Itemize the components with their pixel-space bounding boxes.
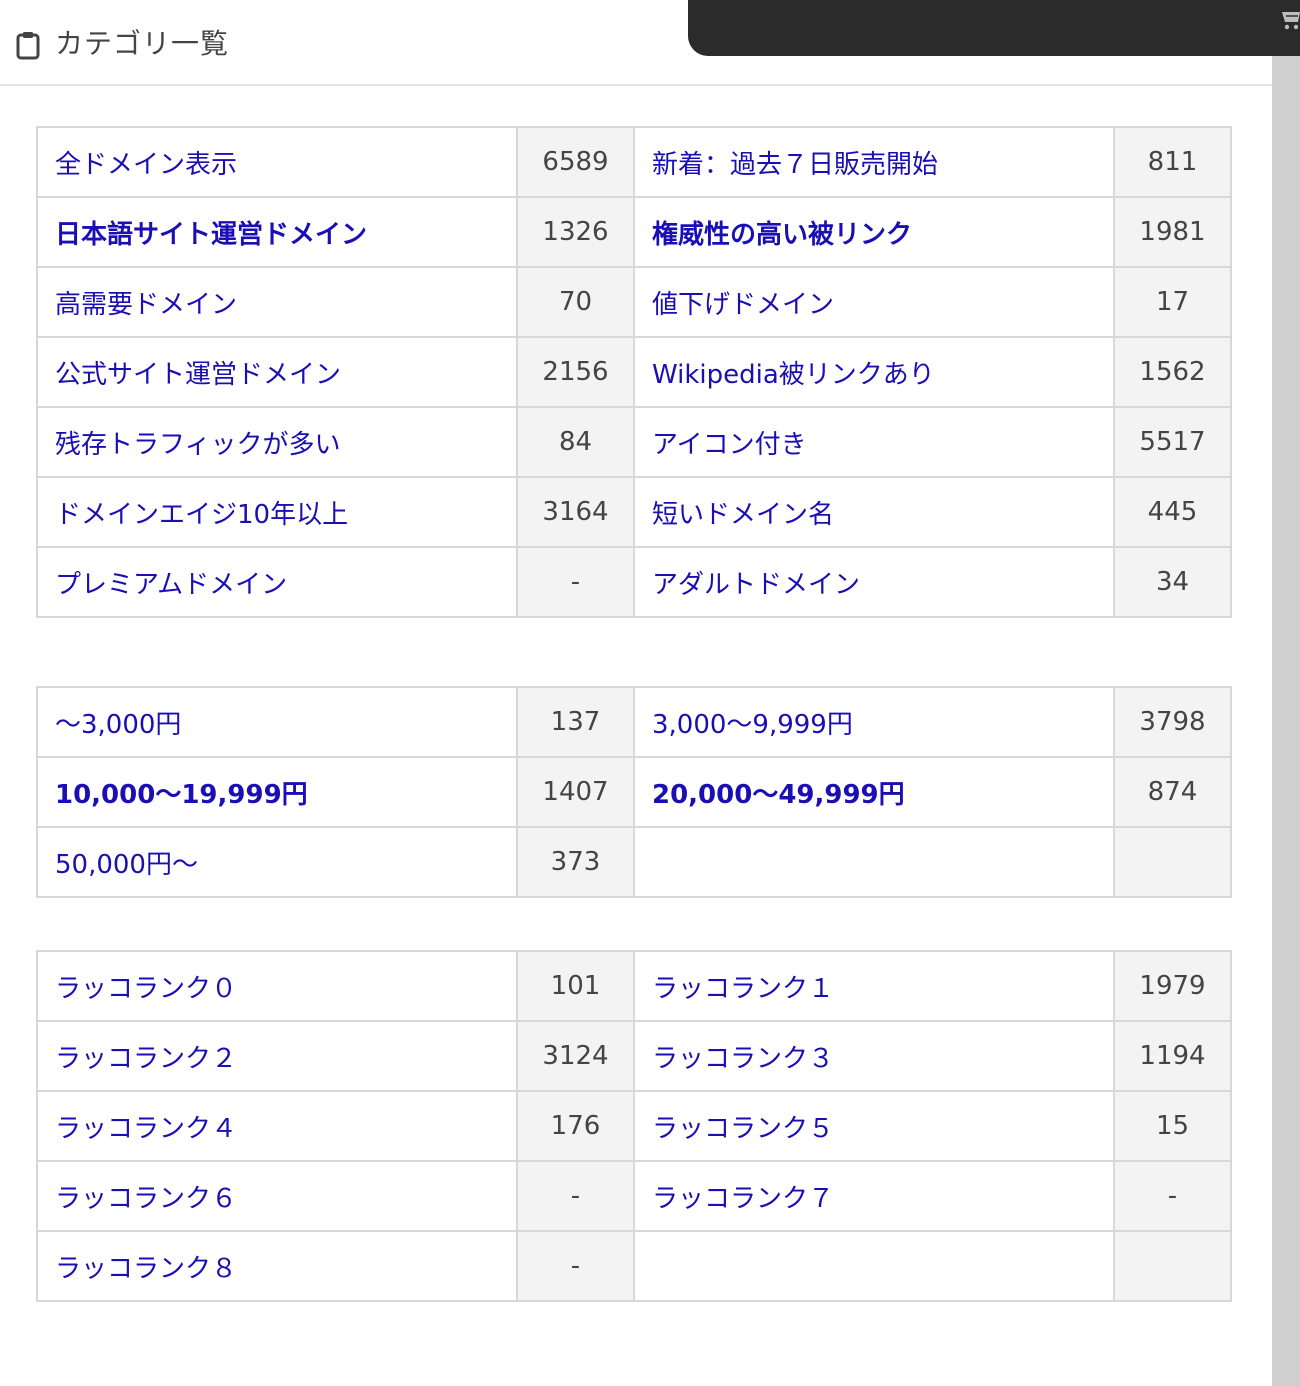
feature-category-table: 全ドメイン表示 6589 新着：過去７日販売開始 811 日本語サイト運営ドメイン 132… [35,126,1232,618]
empty-cell [1113,826,1232,898]
category-link[interactable]: ドメインエイジ10年以上 [35,476,519,548]
category-count: 3164 [516,476,635,548]
category-count: 70 [516,266,635,338]
table-row: ラッコランク８- [35,1230,1232,1302]
category-count: 3798 [1113,686,1232,758]
category-count: 373 [516,826,635,898]
category-count: 6589 [516,126,635,198]
category-count: 874 [1113,756,1232,828]
category-link[interactable]: ラッコランク５ [632,1090,1116,1162]
category-count: 445 [1113,476,1232,548]
category-link[interactable]: 50,000円〜 [35,826,519,898]
category-link[interactable]: 3,000〜9,999円 [632,686,1116,758]
category-link[interactable]: プレミアムドメイン [35,546,519,618]
category-link[interactable]: 10,000〜19,999円 [35,756,519,828]
category-count: 1562 [1113,336,1232,408]
table-row: ドメインエイジ10年以上 3164 短いドメイン名 445 [35,476,1232,548]
category-count: - [516,1230,635,1302]
category-count: 5517 [1113,406,1232,478]
empty-cell [1113,1230,1232,1302]
clipboard-icon [16,32,40,60]
category-link[interactable]: 〜3,000円 [35,686,519,758]
empty-cell [632,826,1116,898]
category-count: - [516,1160,635,1232]
table-row: ラッコランク２ 3124 ラッコランク３ 1194 [35,1020,1232,1092]
category-link[interactable]: ラッコランク１ [632,950,1116,1022]
category-link[interactable]: ラッコランク４ [35,1090,519,1162]
category-link[interactable]: 20,000〜49,999円 [632,756,1116,828]
category-count: 1326 [516,196,635,268]
category-link[interactable]: 全ドメイン表示 [35,126,519,198]
category-link[interactable]: アイコン付き [632,406,1116,478]
category-count: 15 [1113,1090,1232,1162]
table-row: 10,000〜19,999円 1407 20,000〜49,999円 874 [35,756,1232,828]
rank-category-table: ラッコランク０ 101 ラッコランク１ 1979 ラッコランク２ 3124 ラッコランク３ 1… [35,950,1232,1302]
category-link[interactable]: 日本語サイト運営ドメイン [35,196,519,268]
category-link[interactable]: ラッコランク０ [35,950,519,1022]
category-count: 1407 [516,756,635,828]
category-count: - [516,546,635,618]
category-count: 34 [1113,546,1232,618]
table-row: 残存トラフィックが多い 84 アイコン付き 5517 [35,406,1232,478]
cart-icon[interactable] [1280,4,1300,34]
table-row: 50,000円〜 373 [35,826,1232,898]
table-row: 全ドメイン表示 6589 新着：過去７日販売開始 811 [35,126,1232,198]
category-link[interactable]: ラッコランク７ [632,1160,1116,1232]
table-row: 公式サイト運営ドメイン 2156 Wikipedia被リンクあり 1562 [35,336,1232,408]
category-link[interactable]: 高需要ドメイン [35,266,519,338]
top-bar [688,0,1300,56]
category-count: 101 [516,950,635,1022]
category-count: 17 [1113,266,1232,338]
table-row: 〜3,000円 137 3,000〜9,999円 3798 [35,686,1232,758]
category-link[interactable]: ラッコランク６ [35,1160,519,1232]
category-link[interactable]: 権威性の高い被リンク [632,196,1116,268]
table-row: プレミアムドメイン - アダルトドメイン 34 [35,546,1232,618]
category-count: - [1113,1160,1232,1232]
category-link[interactable]: 新着：過去７日販売開始 [632,126,1116,198]
empty-cell [632,1230,1116,1302]
category-link[interactable]: 値下げドメイン [632,266,1116,338]
table-row: 高需要ドメイン 70 値下げドメイン 17 [35,266,1232,338]
table-row: 日本語サイト運営ドメイン 1326 権威性の高い被リンク 1981 [35,196,1232,268]
scrollbar[interactable] [1272,56,1300,1386]
category-count: 2156 [516,336,635,408]
category-count: 1979 [1113,950,1232,1022]
category-count: 176 [516,1090,635,1162]
category-link[interactable]: ラッコランク２ [35,1020,519,1092]
category-count: 1194 [1113,1020,1232,1092]
category-link[interactable]: 残存トラフィックが多い [35,406,519,478]
category-link[interactable]: Wikipedia被リンクあり [632,336,1116,408]
category-count: 84 [516,406,635,478]
category-count: 3124 [516,1020,635,1092]
category-link[interactable]: ラッコランク３ [632,1020,1116,1092]
category-link[interactable]: 公式サイト運営ドメイン [35,336,519,408]
price-category-table: 〜3,000円 137 3,000〜9,999円 3798 10,000〜19,999円… [35,686,1232,898]
category-link[interactable]: アダルトドメイン [632,546,1116,618]
page-title: カテゴリ一覧 [55,27,230,60]
category-count: 1981 [1113,196,1232,268]
table-row: ラッコランク６- ラッコランク７- [35,1160,1232,1232]
category-count: 137 [516,686,635,758]
category-count: 811 [1113,126,1232,198]
category-link[interactable]: ラッコランク８ [35,1230,519,1302]
table-row: ラッコランク４ 176 ラッコランク５ 15 [35,1090,1232,1162]
category-link[interactable]: 短いドメイン名 [632,476,1116,548]
table-row: ラッコランク０ 101 ラッコランク１ 1979 [35,950,1232,1022]
